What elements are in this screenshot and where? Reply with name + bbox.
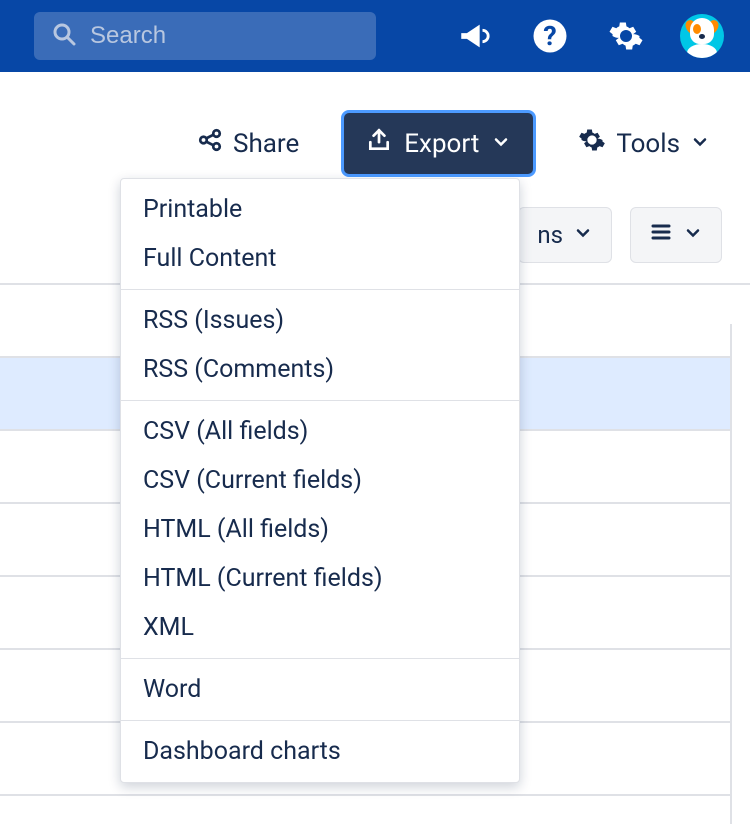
gear-icon (578, 126, 606, 161)
user-avatar[interactable] (674, 8, 730, 64)
export-label: Export (404, 129, 479, 159)
search-icon (52, 22, 76, 50)
export-button[interactable]: Export (341, 110, 536, 177)
export-option-rss-comments[interactable]: RSS (Comments) (121, 345, 519, 394)
search-input[interactable] (90, 22, 358, 50)
settings-icon[interactable] (598, 8, 654, 64)
export-option-html-current[interactable]: HTML (Current fields) (121, 554, 519, 603)
chevron-down-icon (683, 221, 703, 249)
search-box[interactable] (34, 12, 376, 60)
tools-button[interactable]: Tools (566, 118, 722, 169)
export-option-csv-all[interactable]: CSV (All fields) (121, 407, 519, 456)
announcements-icon[interactable] (446, 8, 502, 64)
export-option-csv-current[interactable]: CSV (Current fields) (121, 456, 519, 505)
export-option-xml[interactable]: XML (121, 603, 519, 652)
partial-label: ns (537, 221, 563, 249)
view-switcher-button[interactable] (630, 207, 722, 263)
share-button[interactable]: Share (185, 119, 311, 168)
share-label: Share (233, 129, 299, 159)
columns-dropdown-button[interactable]: ns (518, 207, 612, 263)
export-icon (366, 127, 392, 160)
export-option-rss-issues[interactable]: RSS (Issues) (121, 296, 519, 345)
export-option-html-all[interactable]: HTML (All fields) (121, 505, 519, 554)
list-icon (649, 220, 673, 250)
tools-label: Tools (616, 129, 680, 159)
export-option-dashboard-charts[interactable]: Dashboard charts (121, 727, 519, 776)
export-option-full-content[interactable]: Full Content (121, 234, 519, 283)
export-option-printable[interactable]: Printable (121, 185, 519, 234)
top-navigation-bar: ? (0, 0, 750, 72)
chevron-down-icon (491, 129, 511, 159)
share-icon (197, 127, 223, 160)
svg-text:?: ? (543, 20, 556, 52)
export-dropdown-menu: Printable Full Content RSS (Issues) RSS … (120, 178, 520, 783)
help-icon[interactable]: ? (522, 8, 578, 64)
right-gutter (730, 324, 750, 824)
chevron-down-icon (690, 129, 710, 159)
chevron-down-icon (573, 221, 593, 249)
export-option-word[interactable]: Word (121, 665, 519, 714)
